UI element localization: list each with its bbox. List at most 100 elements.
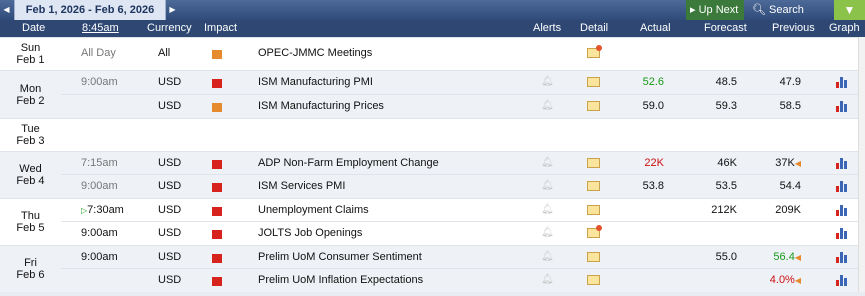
col-detail: Detail [580,22,609,34]
search-icon: 🔍︎ [752,4,770,16]
detail-folder-icon[interactable] [587,101,600,111]
detail-folder-icon[interactable] [587,181,600,191]
graph-icon[interactable] [836,77,848,88]
event-time: All Day [81,47,116,59]
bell-icon[interactable]: 🔔︎ [541,228,554,238]
day-name: Fri [24,257,37,269]
detail-folder-icon[interactable] [587,45,602,58]
bell-icon[interactable]: 🔔︎ [541,205,554,215]
high-impact-icon [212,230,222,239]
event-title[interactable]: ISM Manufacturing Prices [258,101,384,112]
graph-icon[interactable] [836,252,848,263]
bell-icon[interactable]: 🔔︎ [541,77,554,87]
col-actual: Actual [640,22,671,34]
graph-icon[interactable] [836,158,848,169]
event-currency: USD [158,100,182,112]
event-title[interactable]: JOLTS Job Openings [258,228,362,239]
medium-impact-icon [212,103,222,112]
previous-value: 47.9 [779,76,801,88]
graph-icon[interactable] [836,228,848,239]
event-currency: USD [158,251,182,263]
event-time: 9:00am [81,76,118,88]
actual-value: 59.0 [642,100,664,112]
bell-icon[interactable]: 🔔︎ [541,101,554,111]
col-alerts: Alerts [533,22,562,34]
prev-week-button[interactable]: ◀ [0,0,13,20]
event-title[interactable]: ISM Manufacturing PMI [258,77,373,88]
day-name: Tue [21,123,40,135]
table-footer [0,292,865,296]
high-impact-icon [212,254,222,263]
previous-text: 56.4 [773,251,795,263]
column-header-row: Date 8:45am Currency Impact Alerts Detai… [0,20,865,37]
event-time: 9:00am [81,180,118,192]
actual-value: 22K [644,157,664,169]
col-graph: Graph [829,22,860,34]
table-row[interactable]: 9:00am USD ISM Manufacturing PMI 🔔︎ 52.6… [61,70,858,94]
up-arrow-icon: ▸ [690,4,699,16]
col-date: Date [22,22,46,34]
event-currency: All [158,47,171,59]
table-row[interactable]: 7:15am USD ADP Non-Farm Employment Chang… [61,151,858,174]
new-badge-icon [596,45,602,51]
table-row[interactable]: 9:00am USD JOLTS Job Openings 🔔︎ [61,221,858,245]
table-row[interactable]: USD Prelim UoM Inflation Expectations 🔔︎… [61,268,858,292]
detail-folder-icon[interactable] [587,77,600,87]
next-week-button[interactable]: ▶ [166,0,179,20]
graph-icon[interactable] [836,205,848,216]
graph-icon[interactable] [836,101,848,112]
col-currency: Currency [147,22,192,34]
bell-icon[interactable]: 🔔︎ [541,252,554,262]
event-currency: USD [158,227,182,239]
event-title[interactable]: OPEC-JMMC Meetings [258,48,372,59]
event-title[interactable]: Unemployment Claims [258,205,369,216]
table-row[interactable]: 9:00am USD ISM Services PMI 🔔︎ 53.8 53.5… [61,174,858,198]
day-cell: Sun Feb 1 [0,37,61,70]
previous-value: 54.4 [779,180,801,192]
table-row[interactable]: All Day All OPEC-JMMC Meetings [61,37,858,70]
graph-icon[interactable] [836,181,848,192]
event-time: 9:00am [81,227,118,239]
col-impact: Impact [204,22,238,34]
detail-folder-icon[interactable] [587,275,600,285]
actual-value: 52.6 [642,76,664,88]
event-time: ▷7:30am [81,205,141,216]
bell-icon[interactable]: 🔔︎ [541,181,554,191]
vertical-scrollbar[interactable] [858,37,865,296]
table-row[interactable]: USD ISM Manufacturing Prices 🔔︎ 59.0 59.… [61,94,858,118]
event-title[interactable]: Prelim UoM Consumer Sentiment [258,252,422,263]
event-time: 9:00am [81,251,118,263]
bell-icon[interactable]: 🔔︎ [541,158,554,168]
col-forecast: Forecast [704,22,747,34]
search-events-button[interactable]: 🔍︎ Search Events [746,0,834,36]
previous-value: 37K◀ [761,158,801,169]
filter-button[interactable]: ▼ [834,0,865,20]
high-impact-icon [212,79,222,88]
day-cell: Tue Feb 3 [0,118,61,151]
previous-value: 58.5 [779,100,801,112]
date-range-label[interactable]: Feb 1, 2026 - Feb 6, 2026 [14,0,166,20]
table-row[interactable]: ▷7:30am USD Unemployment Claims 🔔︎ 212K … [61,198,858,221]
event-title[interactable]: Prelim UoM Inflation Expectations [258,275,423,286]
event-currency: USD [158,157,182,169]
detail-folder-icon[interactable] [587,252,600,262]
filter-icon: ▼ [843,3,856,17]
detail-folder-icon[interactable] [587,225,602,238]
previous-value: 209K [775,204,801,216]
new-badge-icon [596,225,602,231]
table-row[interactable]: 9:00am USD Prelim UoM Consumer Sentiment… [61,245,858,268]
col-time[interactable]: 8:45am [82,20,119,37]
day-date: Feb 6 [16,269,45,281]
medium-impact-icon [212,50,222,59]
previous-value: 56.4◀ [761,252,801,263]
up-next-label: Up Next [698,4,739,16]
event-title[interactable]: ADP Non-Farm Employment Change [258,158,439,169]
graph-icon[interactable] [836,275,848,286]
event-title[interactable]: ISM Services PMI [258,181,345,192]
up-next-button[interactable]: ▸ Up Next [686,0,744,20]
detail-folder-icon[interactable] [587,205,600,215]
detail-folder-icon[interactable] [587,158,600,168]
bell-icon[interactable]: 🔔︎ [541,275,554,285]
table-row [61,118,858,151]
day-name: Wed [19,163,42,175]
